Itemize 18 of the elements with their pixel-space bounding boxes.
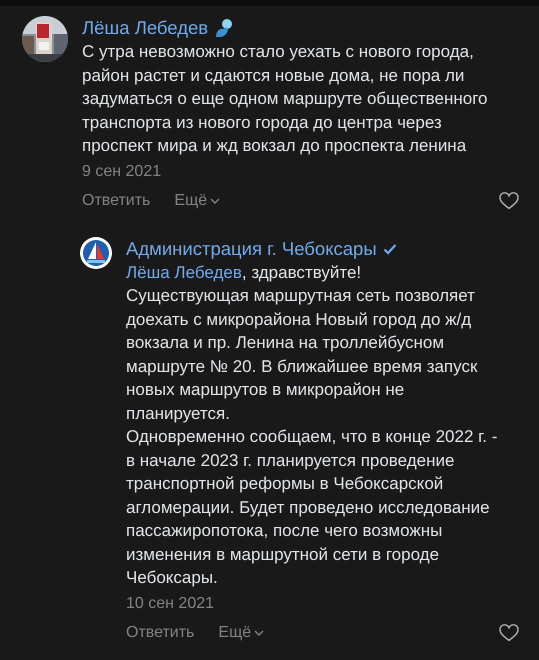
- heart-icon[interactable]: [499, 192, 519, 210]
- badge-icon: [214, 18, 234, 38]
- chevron-down-icon: [254, 630, 264, 636]
- author-name[interactable]: Лёша Лебедев: [82, 17, 208, 39]
- comment-date: 9 сен 2021: [82, 162, 162, 182]
- verified-icon: [382, 242, 397, 254]
- reply-button[interactable]: Ответить: [82, 192, 150, 210]
- heart-icon[interactable]: [499, 624, 519, 642]
- more-button[interactable]: Ещё: [174, 192, 220, 210]
- reply-button[interactable]: Ответить: [126, 624, 194, 642]
- chevron-down-icon: [210, 198, 220, 204]
- reply-text: Лёша Лебедев, здравствуйте! Существующая маршрутная сеть позволяет доехать с микрорайона Новый город до ж/д вокзала и пр. Ленина на троллейбусном маршруте № 20. В ближайшее время запуск новых маршрутов в микрорайон не планируется. Одновременно сообщаем, что в конце 2022 г. - в начале 2023 г. планируется проведение транспортной реформы в Чебоксарской агломерации. Будет проведено исследование пассажиропотока, после чего возможны изменения в маршрутной сети в городе Чебоксары.: [126, 262, 498, 589]
- author-name[interactable]: Администрация г. Чебоксары: [126, 238, 377, 260]
- more-button[interactable]: Ещё: [218, 624, 264, 642]
- mention-link[interactable]: Лёша Лебедев: [126, 262, 242, 282]
- comment-text: С утра невозможно стало уехать с нового города, район растет и сдаются новые дома, не пора ли задуматься о еще одном маршруте общественного транспорта из нового города до центра через проспект мира и жд вокзал до проспекта ленина: [82, 41, 488, 157]
- comment-date: 10 сен 2021: [126, 594, 214, 614]
- logo-icon: [80, 236, 112, 268]
